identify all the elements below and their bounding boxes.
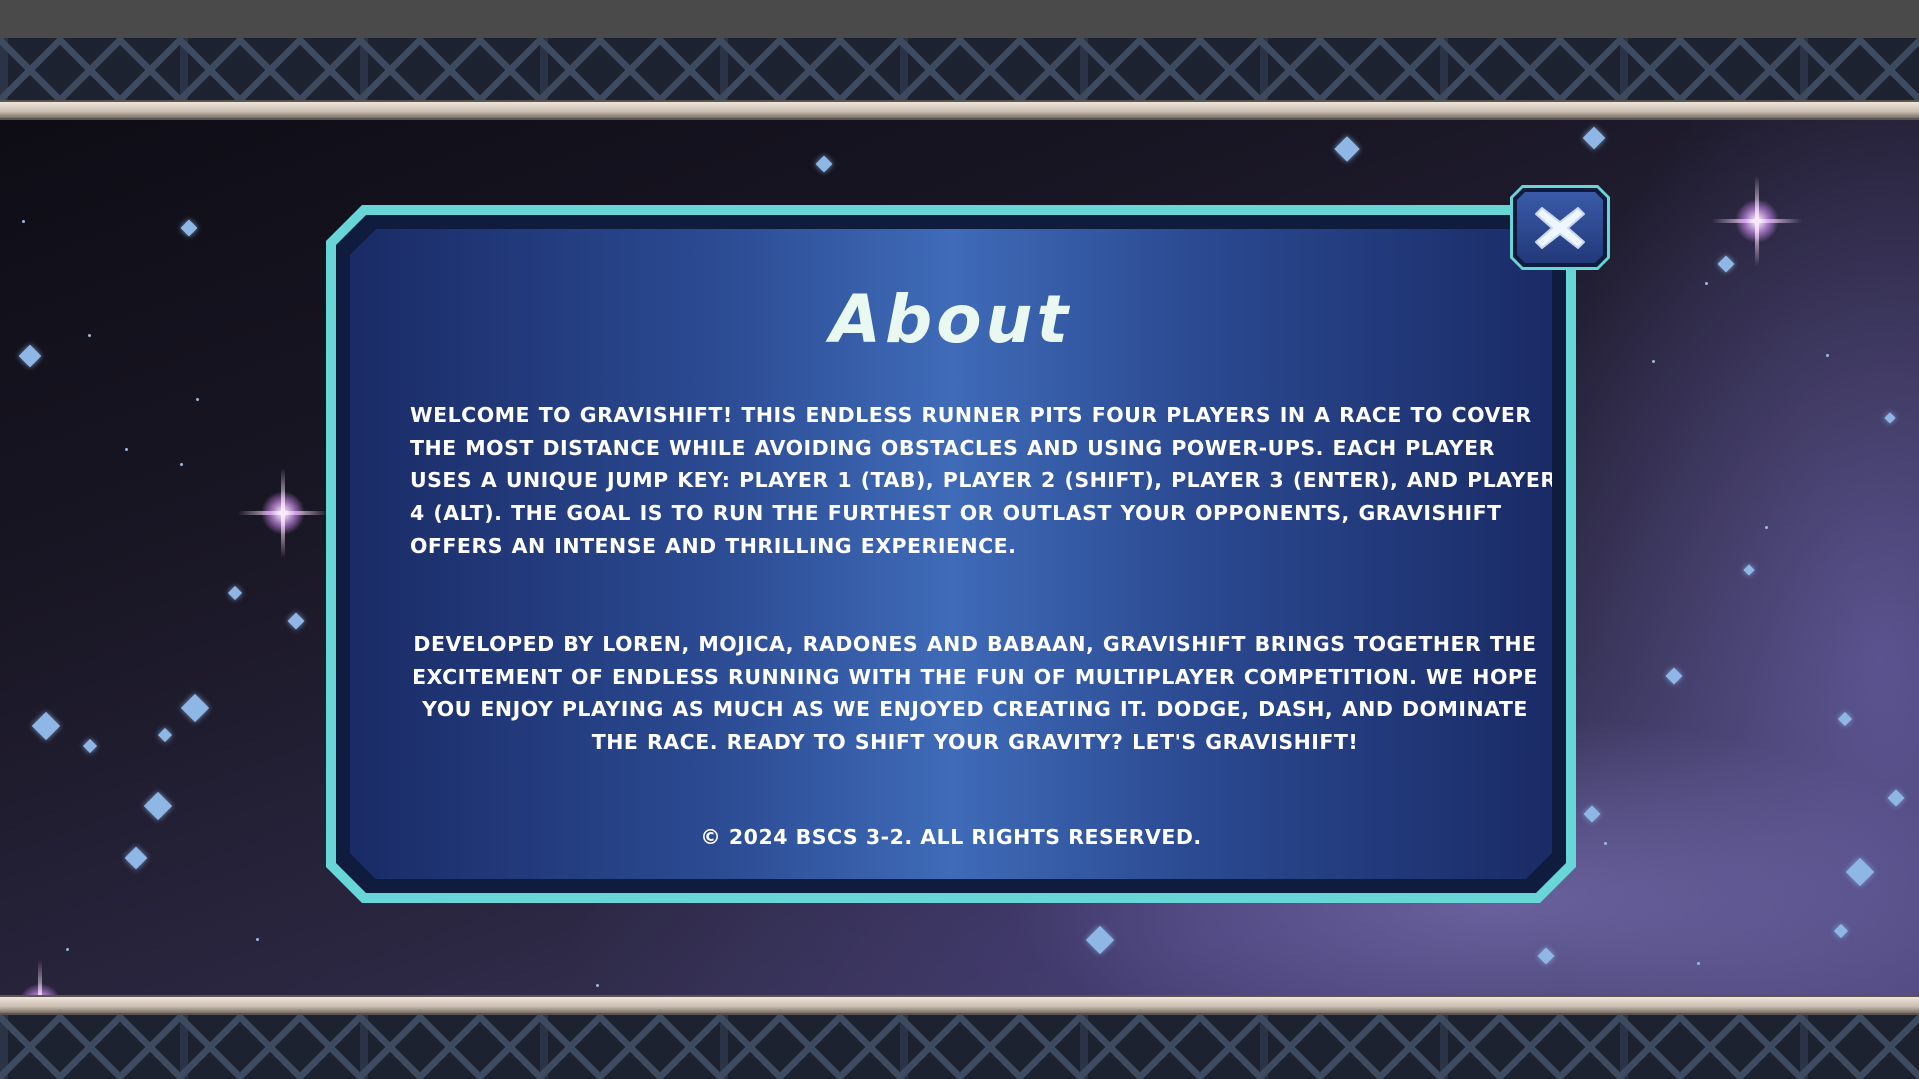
star (1652, 360, 1655, 363)
star (256, 938, 259, 941)
star (1583, 805, 1601, 823)
star (180, 693, 210, 723)
star (1334, 136, 1360, 162)
star (1582, 126, 1606, 150)
star (1697, 962, 1700, 965)
star (1837, 711, 1853, 727)
copyright-text: © 2024 BSCS 3-2. All rights reserved. (700, 825, 1202, 849)
star (31, 711, 61, 741)
close-button[interactable] (1510, 185, 1610, 270)
star (1833, 923, 1849, 939)
star (82, 738, 98, 754)
bottom-girder-rail (0, 993, 1919, 1079)
sparkle (238, 468, 328, 558)
about-dialog: About Welcome to Gravishift! This endles… (326, 205, 1576, 903)
star (227, 585, 243, 601)
star (1537, 947, 1555, 965)
star (1604, 842, 1607, 845)
star (18, 344, 42, 368)
star (180, 463, 183, 466)
star (1085, 925, 1115, 955)
sparkle (1712, 176, 1802, 266)
star (1765, 526, 1768, 529)
star (88, 334, 91, 337)
star (287, 612, 305, 630)
star (125, 448, 128, 451)
star (66, 948, 69, 951)
top-girder-rail (0, 38, 1919, 120)
star (596, 984, 599, 987)
about-title: About (829, 281, 1073, 358)
about-paragraph-intro: Welcome to Gravishift! This endless runn… (410, 403, 1557, 558)
about-dialog-panel: About Welcome to Gravishift! This endles… (350, 229, 1552, 879)
girder-truss (0, 38, 1919, 102)
star (143, 791, 173, 821)
star (1665, 667, 1683, 685)
girder-beam (0, 995, 1919, 1015)
star (1845, 857, 1875, 887)
close-x-icon (1530, 200, 1590, 256)
close-button-face (1517, 192, 1603, 263)
close-button-border (1513, 188, 1607, 267)
about-paragraph-credits: Developed by Loren, Mojica, Radones and … (412, 632, 1538, 755)
star (1884, 412, 1896, 424)
star (196, 398, 199, 401)
game-screen: About Welcome to Gravishift! This endles… (0, 0, 1919, 1079)
about-dialog-border: About Welcome to Gravishift! This endles… (336, 215, 1566, 893)
star (1705, 282, 1708, 285)
star (124, 846, 148, 870)
girder-truss (0, 1015, 1919, 1079)
star (157, 727, 173, 743)
star (815, 155, 833, 173)
star (22, 220, 25, 223)
star (1743, 564, 1755, 576)
star (1826, 354, 1829, 357)
girder-beam (0, 100, 1919, 120)
star (1887, 789, 1905, 807)
star (180, 219, 198, 237)
